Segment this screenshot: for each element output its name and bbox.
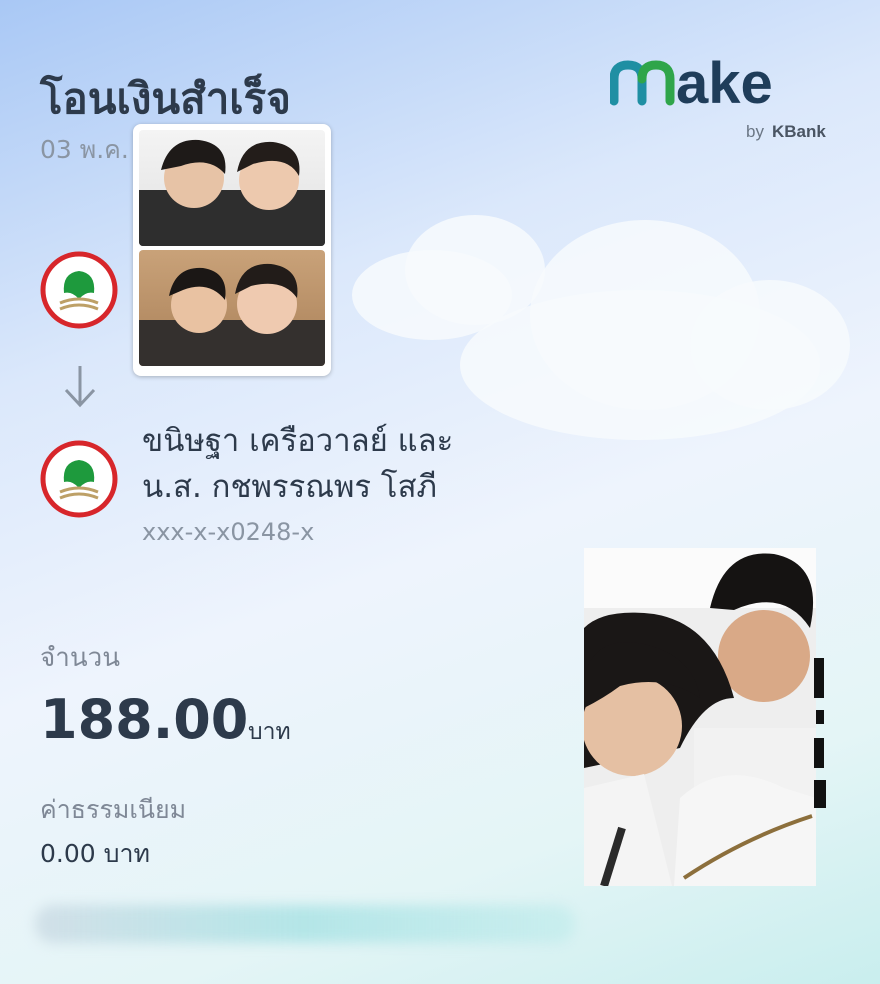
cloud-decoration	[690, 280, 850, 410]
amount-label: จำนวน	[40, 643, 120, 673]
recipient-name: ขนิษฐา เครือวาลย์ และ น.ส. กชพรรณพร โสภี	[142, 418, 453, 510]
svg-text:by: by	[746, 122, 764, 141]
page-title: โอนเงินสำเร็จ	[40, 74, 291, 123]
photo-frame-lower	[139, 250, 325, 366]
recipient-account-number: xxx-x-x0248-x	[142, 518, 315, 546]
sender-bank-kbank-icon	[40, 251, 118, 329]
svg-text:ake: ake	[676, 55, 773, 116]
photo-frame-upper	[139, 130, 325, 246]
arrow-down-icon	[62, 364, 98, 410]
sticker-photo-top	[133, 124, 331, 376]
recipient-name-line1: ขนิษฐา เครือวาลย์ และ	[142, 423, 454, 459]
fee-label: ค่าธรรมเนียม	[40, 795, 187, 824]
amount-value: 188.00	[40, 688, 249, 751]
sticker-photo-bottom	[584, 548, 816, 886]
svg-text:KBank: KBank	[772, 122, 826, 141]
redacted-note-blur	[35, 905, 575, 943]
qr-code-fragment	[806, 650, 830, 850]
recipient-name-line2: น.ส. กชพรรณพร โสภี	[142, 469, 437, 505]
make-by-kbank-logo: ake by KBank	[609, 51, 845, 150]
fee-value: 0.00 บาท	[40, 839, 150, 868]
amount-unit: บาท	[248, 719, 291, 745]
recipient-bank-kbank-icon	[40, 440, 118, 518]
